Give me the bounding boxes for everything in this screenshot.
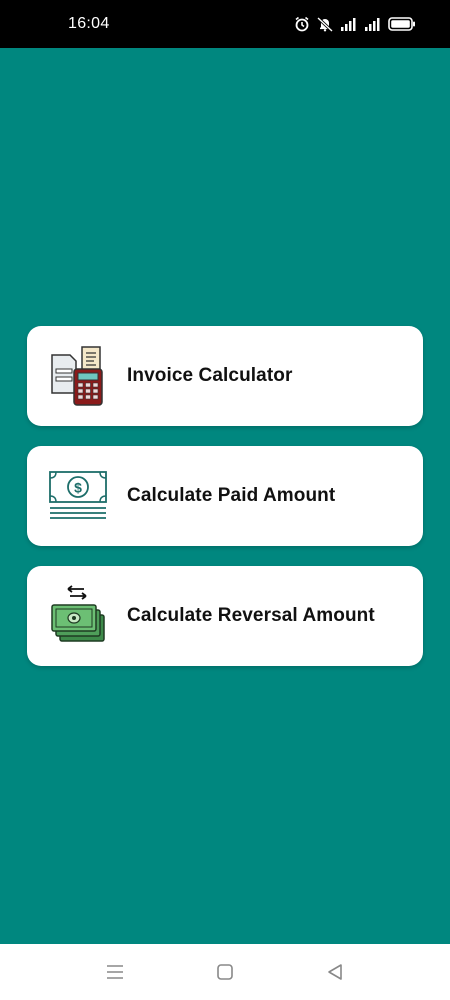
mute-icon xyxy=(316,16,334,32)
back-triangle-icon xyxy=(328,964,342,980)
home-square-icon xyxy=(217,964,233,980)
invoice-calculator-label: Invoice Calculator xyxy=(127,365,293,386)
invoice-calculator-icon xyxy=(47,345,109,407)
calculate-reversal-amount-button[interactable]: Calculate Reversal Amount xyxy=(27,566,423,666)
status-icons xyxy=(294,16,416,32)
status-time: 16:04 xyxy=(68,15,110,32)
home-button[interactable] xyxy=(205,952,245,992)
alarm-icon xyxy=(295,16,309,32)
signal-icon xyxy=(341,18,356,31)
navigation-bar xyxy=(0,944,450,1000)
battery-icon xyxy=(388,17,415,31)
signal-icon xyxy=(365,18,380,31)
calculate-reversal-amount-label: Calculate Reversal Amount xyxy=(127,605,375,626)
status-bar: 16:04 xyxy=(0,0,450,48)
svg-text:$: $ xyxy=(74,480,82,496)
menu-icon xyxy=(107,965,123,979)
banknote-icon: $ xyxy=(47,465,109,527)
back-button[interactable] xyxy=(315,952,355,992)
calculate-paid-amount-label: Calculate Paid Amount xyxy=(127,485,336,506)
main-content: Invoice Calculator $ Calculate Paid Amou… xyxy=(0,48,450,944)
calculate-paid-amount-button[interactable]: $ Calculate Paid Amount xyxy=(27,446,423,546)
menu-button[interactable] xyxy=(95,952,135,992)
money-exchange-icon xyxy=(47,585,109,647)
invoice-calculator-button[interactable]: Invoice Calculator xyxy=(27,326,423,426)
